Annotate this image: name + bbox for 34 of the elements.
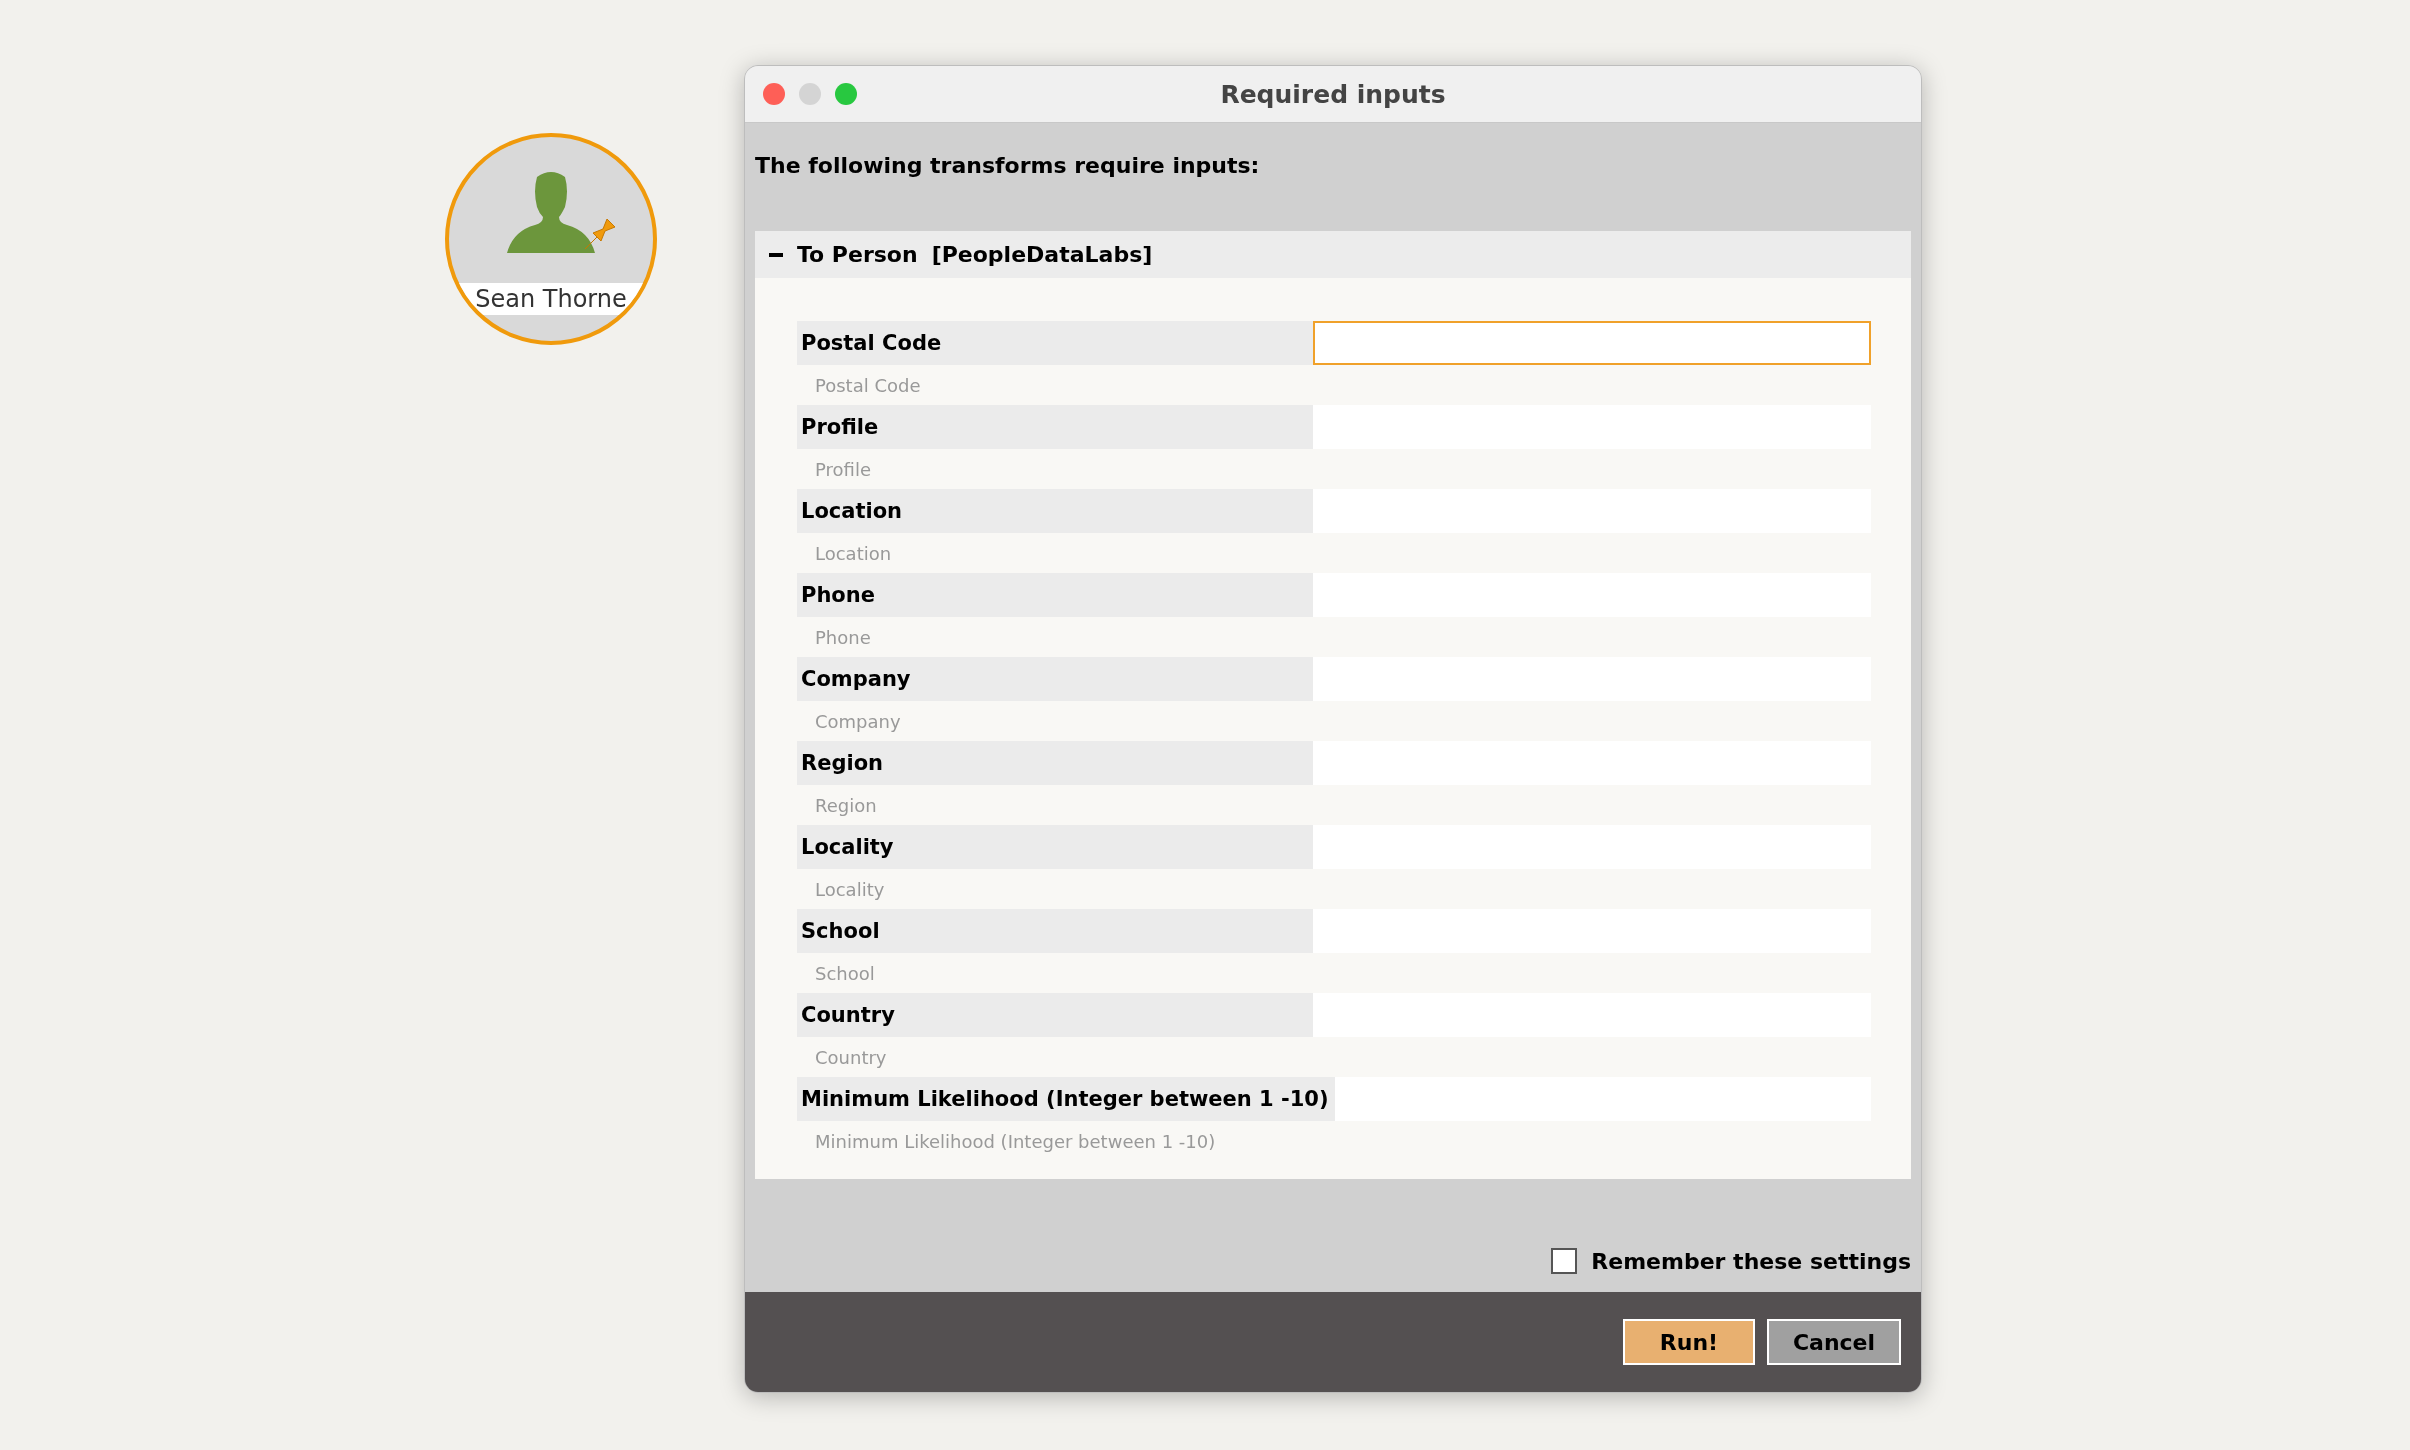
zoom-button[interactable] bbox=[835, 83, 857, 105]
run-button[interactable]: Run! bbox=[1623, 1319, 1755, 1365]
section-title: To Person bbox=[797, 242, 918, 267]
field-hint: Location bbox=[814, 541, 893, 566]
field-hint: Country bbox=[814, 1045, 888, 1070]
minimize-button[interactable] bbox=[799, 83, 821, 105]
field-label: Country bbox=[797, 993, 1313, 1037]
field-hint: Region bbox=[814, 793, 878, 818]
field-label: School bbox=[797, 909, 1313, 953]
field-hint: School bbox=[814, 961, 876, 986]
cancel-button[interactable]: Cancel bbox=[1767, 1319, 1901, 1365]
field-hint: Postal Code bbox=[814, 373, 922, 398]
input-field[interactable] bbox=[1313, 321, 1871, 365]
field-label: Minimum Likelihood (Integer between 1 -10) bbox=[797, 1077, 1335, 1121]
window-title: Required inputs bbox=[1220, 79, 1446, 109]
intro-text: The following transforms require inputs: bbox=[754, 152, 1261, 180]
field-label: Locality bbox=[797, 825, 1313, 869]
field-hint: Company bbox=[814, 709, 902, 734]
field-hint: Locality bbox=[814, 877, 886, 902]
field-label: Postal Code bbox=[797, 321, 1313, 365]
pin-icon bbox=[583, 217, 617, 251]
section-source: [PeopleDataLabs] bbox=[931, 242, 1153, 267]
remember-checkbox[interactable] bbox=[1551, 1248, 1578, 1274]
remember-label: Remember these settings bbox=[1591, 1248, 1911, 1274]
field-hint: Profile bbox=[814, 457, 872, 482]
field-label: Profile bbox=[797, 405, 1313, 449]
close-button[interactable] bbox=[763, 83, 785, 105]
person-node[interactable]: Sean Thorne bbox=[445, 133, 657, 345]
field-label: Location bbox=[797, 489, 1313, 533]
field-label: Company bbox=[797, 657, 1313, 701]
field-label: Region bbox=[797, 741, 1313, 785]
field-hint: Phone bbox=[814, 625, 872, 650]
field-label: Phone bbox=[797, 573, 1313, 617]
field-hint: Minimum Likelihood (Integer between 1 -10) bbox=[814, 1129, 1217, 1154]
